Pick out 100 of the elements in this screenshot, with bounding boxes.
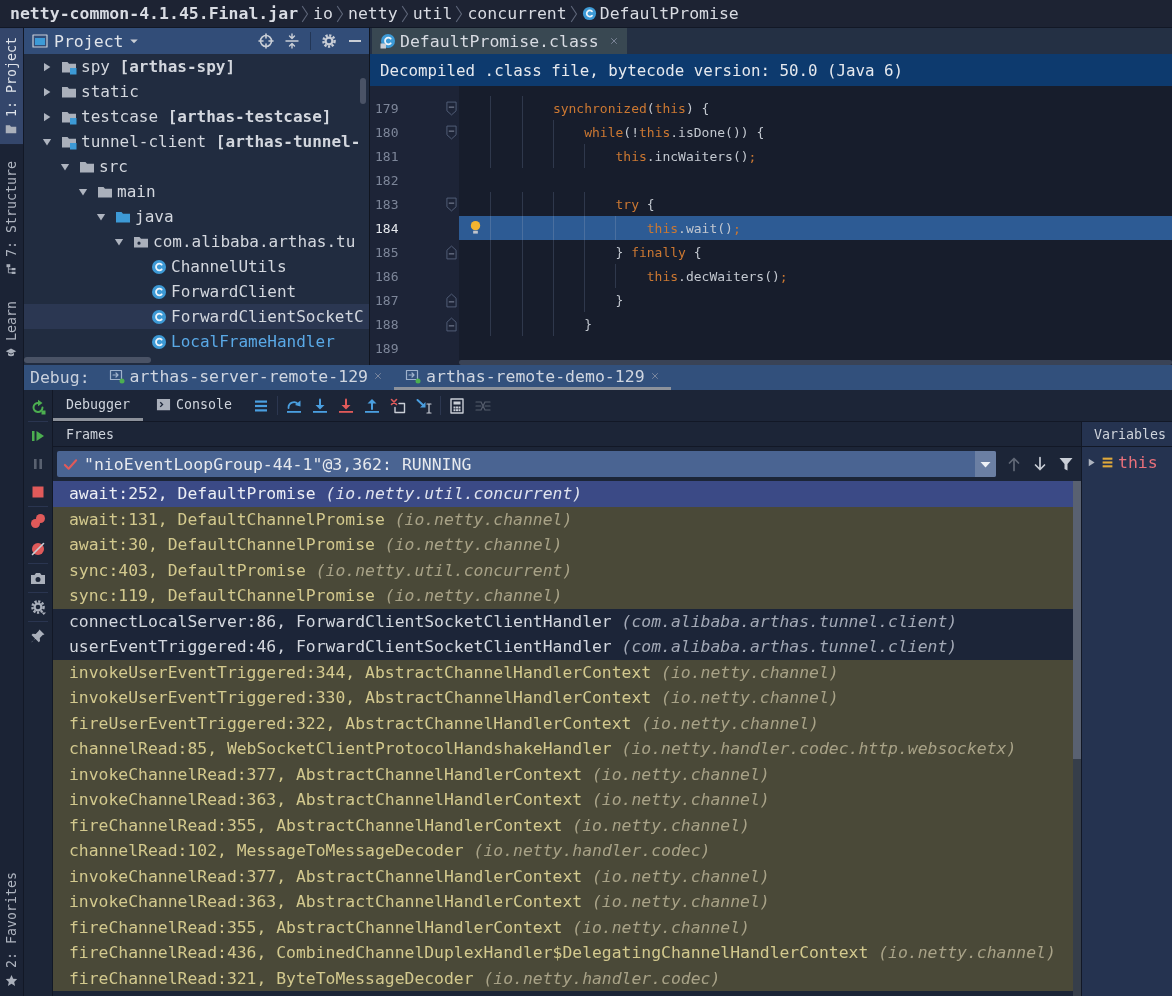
view-dropdown[interactable]: Project (54, 31, 140, 51)
camera-icon[interactable] (30, 570, 46, 586)
code-line: while(!this.isDone()) { (584, 123, 765, 142)
panel-tab[interactable]: Debugger (53, 390, 144, 421)
tool-window-tab[interactable]: Learn (0, 292, 23, 369)
arrow-right-icon[interactable] (41, 85, 53, 98)
breadcrumb-item[interactable]: util (412, 4, 453, 23)
fold-marker-icon[interactable] (446, 196, 457, 212)
scrollbar-thumb[interactable] (24, 357, 151, 363)
stack-frame[interactable]: fireUserEventTriggered:322, AbstractChannelHandlerContext (io.netty.channel) (53, 710, 1073, 736)
step-into-icon[interactable] (312, 397, 329, 414)
scrollbar-thumb[interactable] (459, 360, 1172, 365)
stack-frame[interactable]: invokeChannelRead:363, AbstractChannelHandlerContext (io.netty.channel) (53, 787, 1073, 813)
tree-item[interactable]: com.alibaba.arthas.tu (24, 229, 369, 254)
crosshair-icon[interactable] (258, 33, 274, 49)
tree-item[interactable]: spy [arthas-spy] (24, 54, 369, 79)
fold-marker-icon[interactable] (446, 100, 457, 116)
stack-frame[interactable]: invokeChannelRead:377, AbstractChannelHandlerContext (io.netty.channel) (53, 761, 1073, 787)
code-line: this.decWaiters(); (646, 267, 788, 286)
tree-item[interactable]: main (24, 179, 369, 204)
code-line: } (615, 291, 624, 310)
settings-icon[interactable] (30, 599, 46, 615)
tool-window-tab[interactable]: 2: Favorites (0, 862, 23, 996)
fold-marker-icon[interactable] (446, 292, 457, 308)
list-icon (1101, 455, 1114, 469)
force-step-into-icon[interactable] (338, 397, 355, 414)
panel-title: Variables (1094, 426, 1167, 442)
tree-item[interactable]: tunnel-client [arthas-tunnel- (24, 129, 369, 154)
calculator-icon[interactable] (449, 397, 466, 414)
arrow-right-icon[interactable] (1086, 456, 1097, 468)
panel-tab[interactable]: Console (143, 390, 246, 421)
class-icon (151, 283, 167, 300)
class-icon (581, 6, 597, 21)
variable-item[interactable]: this (1082, 448, 1172, 476)
stack-frame[interactable]: await:30, DefaultChannelPromise (io.netty.channel) (53, 532, 1073, 558)
stack-frame[interactable]: channelRead:85, WebSocketClientProtocolHandshakeHandler (io.netty.handler.codec.http.websocketx) (53, 736, 1073, 762)
fold-marker-icon[interactable] (446, 124, 457, 140)
line-number: 186 (374, 268, 400, 284)
breadcrumb-item[interactable]: netty-common-4.1.45.Final.jar (10, 4, 299, 23)
debug-label: Debug: (30, 367, 90, 389)
scrollbar-thumb[interactable] (1073, 481, 1081, 759)
arrow-down-icon[interactable] (1032, 456, 1048, 472)
resume-icon[interactable] (30, 428, 46, 444)
tool-window-tab[interactable]: 7: Structure (0, 152, 23, 285)
chevron-right-icon (569, 3, 578, 24)
debug-session-tab[interactable]: arthas-remote-demo-129 (394, 365, 671, 390)
scrollbar-thumb[interactable] (360, 78, 366, 104)
breakpoints-icon[interactable] (30, 513, 46, 529)
tree-item[interactable]: java (24, 204, 369, 229)
stack-frame[interactable]: invokeChannelRead:363, AbstractChannelHandlerContext (io.netty.channel) (53, 889, 1073, 915)
scrollbar[interactable] (1073, 481, 1081, 996)
breadcrumb-item[interactable]: netty (347, 4, 398, 23)
rerun-icon[interactable] (30, 399, 46, 415)
code-line: } (584, 315, 592, 334)
stack-frame[interactable]: fireChannelRead:321, ByteToMessageDecoder (io.netty.handler.codec) (53, 965, 1073, 991)
step-out-icon[interactable] (364, 397, 381, 414)
fold-marker-icon[interactable] (446, 316, 457, 332)
tree-item[interactable]: ForwardClient (24, 279, 369, 304)
stack-frame[interactable]: await:131, DefaultChannelPromise (io.netty.channel) (53, 506, 1073, 532)
editor-tab[interactable]: DefaultPromise.class (372, 28, 627, 54)
collapse-all-icon[interactable] (284, 33, 300, 49)
thread-dropdown[interactable]: "nioEventLoopGroup-44-1"@3,362: RUNNING (57, 451, 996, 477)
stack-frame[interactable]: fireChannelRead:355, AbstractChannelHandlerContext (io.netty.channel) (53, 812, 1073, 838)
stack-frame[interactable]: invokeChannelRead:377, AbstractChannelHandlerContext (io.netty.channel) (53, 863, 1073, 889)
run-to-cursor-icon[interactable] (416, 397, 433, 414)
chevron-right-icon (301, 3, 310, 24)
stack-frame[interactable]: invokeUserEventTriggered:344, AbstractChannelHandlerContext (io.netty.channel) (53, 659, 1073, 685)
stack-frame[interactable]: fireChannelRead:355, AbstractChannelHandlerContext (io.netty.channel) (53, 914, 1073, 940)
tree-item[interactable]: ForwardClientSocketC (24, 304, 369, 329)
breadcrumb-item[interactable]: DefaultPromise (581, 4, 739, 23)
mute-breakpoints-icon[interactable] (30, 541, 46, 557)
filter-icon[interactable] (1058, 456, 1074, 472)
stop-icon[interactable] (30, 484, 46, 500)
fold-marker-icon[interactable] (446, 244, 457, 260)
lightbulb-icon[interactable] (468, 220, 483, 235)
stack-frame[interactable]: channelRead:102, MessageToMessageDecoder (io.netty.handler.codec) (53, 838, 1073, 864)
line-number: 183 (374, 196, 400, 212)
close-icon[interactable] (608, 36, 619, 46)
tree-item[interactable]: testcase [arthas-testcase] (24, 104, 369, 129)
stack-frame[interactable]: invokeUserEventTriggered:330, AbstractChannelHandlerContext (io.netty.channel) (53, 685, 1073, 711)
line-number: 185 (374, 244, 400, 260)
tool-window-tab[interactable]: 1: Project (0, 28, 23, 145)
tree-item[interactable]: LocalFrameHandler (24, 329, 369, 354)
pin-icon[interactable] (30, 628, 46, 644)
tree-item[interactable]: static (24, 79, 369, 104)
stack-frame[interactable]: fireChannelRead:436, CombinedChannelDuplexHandler$DelegatingChannelHandlerContext (io.netty.channel) (53, 940, 1073, 966)
drop-frame-icon[interactable] (390, 397, 407, 414)
arrow-right-icon[interactable] (41, 60, 53, 73)
stack-frame[interactable]: await:252, DefaultPromise (io.netty.util.concurrent) (53, 481, 1073, 507)
folder-icon (5, 123, 18, 136)
breadcrumb-item[interactable]: io (313, 4, 333, 23)
tree-item[interactable]: src (24, 154, 369, 179)
stack-frame[interactable]: sync:119, DefaultChannelPromise (io.netty.channel) (53, 583, 1073, 609)
debug-session-tab[interactable]: arthas-server-remote-129 (97, 365, 395, 390)
tree-item[interactable]: ChannelUtils (24, 254, 369, 279)
arrow-right-icon[interactable] (41, 110, 53, 123)
breadcrumb-item[interactable]: concurrent (467, 4, 567, 23)
line-number: 187 (374, 292, 400, 308)
stack-frame[interactable]: sync:403, DefaultPromise (io.netty.util.concurrent) (53, 557, 1073, 583)
gear-icon[interactable] (321, 33, 337, 49)
